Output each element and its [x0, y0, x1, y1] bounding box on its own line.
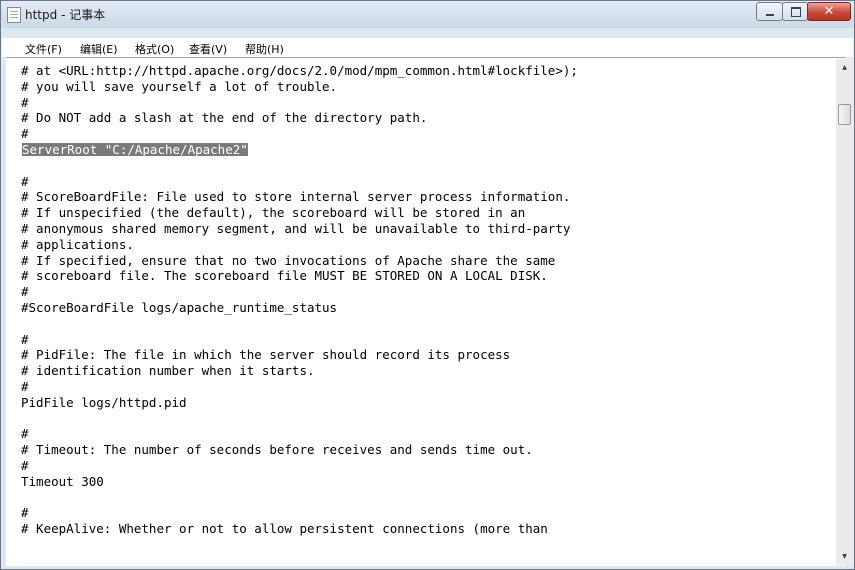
- text-line: # PidFile: The file in which the server …: [21, 347, 511, 363]
- minimize-button[interactable]: [756, 2, 783, 21]
- window-title: httpd - 记事本: [25, 8, 106, 22]
- scrollbar-thumb[interactable]: [838, 104, 851, 125]
- minimize-icon: [766, 14, 774, 16]
- close-button[interactable]: ✕: [807, 2, 851, 21]
- text-line: #: [21, 458, 29, 473]
- text-line: # identification number when it starts.: [21, 363, 315, 379]
- text-line: # Timeout: The number of seconds before …: [21, 442, 533, 458]
- text-line: #: [21, 126, 29, 142]
- maximize-icon: [791, 7, 801, 17]
- text-line: # anonymous shared memory segment, and w…: [21, 221, 571, 236]
- scroll-up-arrow-icon[interactable]: ▲: [836, 59, 853, 76]
- vertical-scrollbar[interactable]: ▲ ▼: [836, 59, 853, 565]
- text-line: #ScoreBoardFile logs/apache_runtime_stat…: [21, 300, 338, 315]
- text-line: PidFile logs/httpd.pid: [21, 394, 187, 410]
- text-line: # If unspecified (the default), the scor…: [21, 205, 526, 221]
- text-line: #: [21, 94, 29, 110]
- notepad-window: httpd - 记事本 ✕ 文件(F) 编辑(E) 格式(O) 查看(V) 帮助…: [0, 0, 855, 570]
- text-line: # applications.: [21, 236, 134, 252]
- menu-edit[interactable]: 编辑(E): [80, 41, 118, 57]
- maximize-button[interactable]: [782, 2, 808, 21]
- scroll-down-arrow-icon[interactable]: ▼: [836, 548, 853, 565]
- text-line: # KeepAlive: Whether or not to allow per…: [21, 521, 548, 537]
- text-line: Timeout 300: [21, 473, 104, 489]
- selected-text-line: ServerRoot "C:/Apache/Apache2": [22, 142, 248, 157]
- text-line: #: [21, 505, 29, 521]
- text-line: #: [21, 379, 29, 394]
- notepad-app-icon[interactable]: [7, 7, 21, 23]
- text-line: # you will save yourself a lot of troubl…: [21, 78, 338, 94]
- text-line: #: [21, 284, 29, 300]
- text-line: # scoreboard file. The scoreboard file M…: [21, 268, 548, 284]
- menu-help[interactable]: 帮助(H): [245, 41, 284, 57]
- text-line: # ScoreBoardFile: File used to store int…: [21, 189, 571, 205]
- text-line: # at <URL:http://httpd.apache.org/docs/2…: [21, 63, 578, 78]
- text-line: # If specified, ensure that no two invoc…: [21, 252, 556, 268]
- text-line: # Do NOT add a slash at the end of the d…: [21, 110, 428, 126]
- title-bar[interactable]: httpd - 记事本 ✕: [1, 1, 854, 28]
- close-icon: ✕: [823, 4, 835, 19]
- text-line: #: [21, 426, 29, 442]
- text-line: #: [21, 331, 29, 347]
- menu-file[interactable]: 文件(F): [25, 41, 62, 57]
- text-editor-area[interactable]: # at <URL:http://httpd.apache.org/docs/2…: [6, 57, 845, 566]
- menu-bar: 文件(F) 编辑(E) 格式(O) 查看(V) 帮助(H): [2, 38, 853, 57]
- menu-format[interactable]: 格式(O): [135, 41, 174, 57]
- menu-view[interactable]: 查看(V): [189, 41, 227, 57]
- text-line: #: [21, 173, 29, 189]
